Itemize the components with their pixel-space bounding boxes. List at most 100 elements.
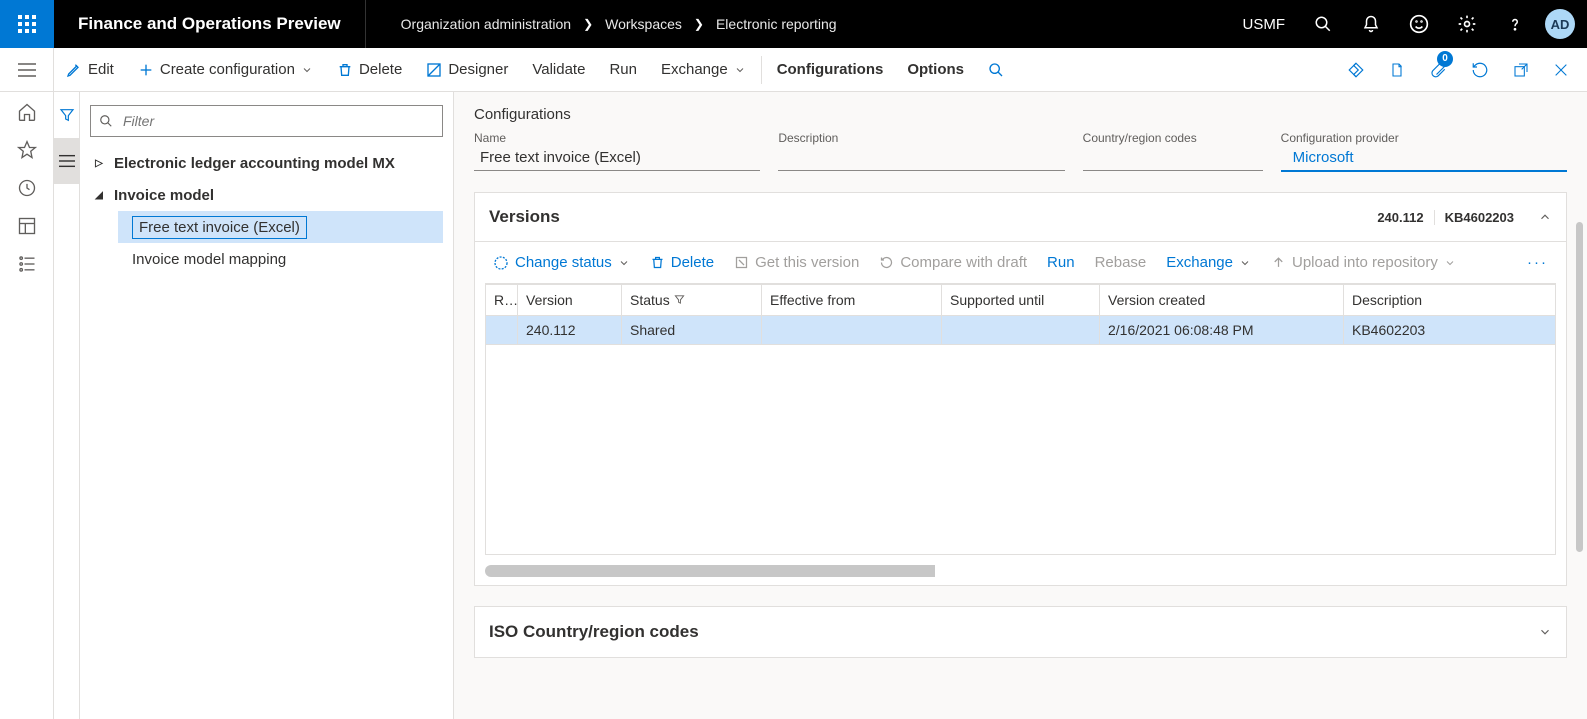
nav-home[interactable] (17, 102, 37, 122)
app-launcher[interactable] (0, 0, 54, 48)
refresh-button[interactable] (1459, 48, 1501, 92)
upload-repo-label: Upload into repository (1292, 254, 1438, 271)
breadcrumb-item[interactable]: Workspaces (605, 16, 682, 32)
diamond-button[interactable] (1335, 48, 1377, 92)
smile-icon (1409, 14, 1429, 34)
edit-label: Edit (88, 61, 114, 78)
chevron-right-icon: ❯ (694, 17, 704, 31)
popout-button[interactable] (1501, 48, 1541, 92)
edit-button[interactable]: Edit (54, 48, 126, 92)
designer-button[interactable]: Designer (414, 48, 520, 92)
legal-entity[interactable]: USMF (1229, 0, 1300, 48)
plus-icon (138, 62, 154, 78)
table-row[interactable]: 240.112 Shared 2/16/2021 06:08:48 PM KB4… (486, 316, 1556, 345)
col-head-description[interactable]: Description (1344, 285, 1556, 316)
nav-workspaces[interactable] (17, 216, 37, 236)
cell-r (486, 316, 518, 345)
field-value-provider[interactable]: Microsoft (1281, 145, 1567, 172)
iso-header[interactable]: ISO Country/region codes (475, 607, 1566, 657)
col-head-supported[interactable]: Supported until (942, 285, 1100, 316)
config-tree: ▷ Electronic ledger accounting model MX … (90, 147, 443, 275)
chevron-down-icon (618, 257, 630, 269)
modules-icon (17, 254, 37, 274)
attachments-button[interactable]: 0 (1417, 48, 1459, 92)
col-head-created[interactable]: Version created (1100, 285, 1344, 316)
delete-label: Delete (359, 61, 402, 78)
close-button[interactable] (1541, 48, 1581, 92)
vertical-scrollbar[interactable] (1576, 222, 1583, 552)
chevron-up-icon (1538, 210, 1552, 224)
nav-favorites[interactable] (17, 140, 37, 160)
version-run-button[interactable]: Run (1039, 242, 1083, 284)
tree-node[interactable]: ▷ Electronic ledger accounting model MX (90, 147, 443, 179)
field-value-name[interactable]: Free text invoice (Excel) (474, 145, 760, 171)
iso-title: ISO Country/region codes (489, 622, 699, 642)
chevron-down-icon (1538, 625, 1552, 639)
body: ▷ Electronic ledger accounting model MX … (0, 92, 1587, 719)
rebase-button: Rebase (1087, 242, 1155, 284)
find-button[interactable] (976, 48, 1016, 92)
help-button[interactable] (1491, 0, 1539, 48)
versions-chip-version: 240.112 (1367, 210, 1433, 225)
col-head-r[interactable]: R... (486, 285, 518, 316)
tree-leaf[interactable]: Invoice model mapping (118, 243, 443, 275)
version-exchange-button[interactable]: Exchange (1158, 242, 1259, 284)
get-version-label: Get this version (755, 254, 859, 271)
more-actions-button[interactable]: ··· (1519, 242, 1556, 284)
funnel-icon (674, 294, 685, 305)
search-button[interactable] (1299, 0, 1347, 48)
versions-chip-kb: KB4602203 (1434, 210, 1524, 225)
configurations-tab[interactable]: Configurations (765, 48, 896, 92)
chevron-down-icon (1239, 257, 1251, 269)
col-head-status[interactable]: Status (622, 285, 762, 316)
exchange-button[interactable]: Exchange (649, 48, 758, 92)
validate-label: Validate (532, 61, 585, 78)
rebase-label: Rebase (1095, 254, 1147, 271)
upload-repo-button: Upload into repository (1263, 242, 1464, 284)
iso-card: ISO Country/region codes (474, 606, 1567, 658)
versions-toolbar: Change status Delete Get this version Co… (475, 241, 1566, 283)
nav-modules[interactable] (17, 254, 37, 274)
breadcrumb-item[interactable]: Organization administration (401, 16, 571, 32)
filter-input[interactable] (121, 112, 434, 130)
search-icon (988, 62, 1004, 78)
field-label-name: Name (474, 131, 760, 145)
run-button[interactable]: Run (597, 48, 649, 92)
feedback-button[interactable] (1395, 0, 1443, 48)
validate-button[interactable]: Validate (520, 48, 597, 92)
diamond-icon (1347, 61, 1365, 79)
versions-header[interactable]: Versions 240.112 KB4602203 (475, 193, 1566, 241)
config-form: Name Free text invoice (Excel) Descripti… (474, 131, 1567, 172)
col-head-version[interactable]: Version (518, 285, 622, 316)
search-icon (99, 114, 113, 128)
field-value-description[interactable] (778, 145, 1064, 171)
office-button[interactable] (1377, 48, 1417, 92)
compare-button: Compare with draft (871, 242, 1035, 284)
create-configuration-button[interactable]: Create configuration (126, 48, 325, 92)
office-icon (1389, 61, 1405, 79)
cell-supported (942, 316, 1100, 345)
tree-leaf-selected[interactable]: Free text invoice (Excel) (118, 211, 443, 243)
tree-node[interactable]: ◢ Invoice model (90, 179, 443, 211)
list-icon (59, 154, 75, 168)
change-status-button[interactable]: Change status (485, 242, 638, 284)
filter-box[interactable] (90, 105, 443, 137)
options-tab[interactable]: Options (895, 48, 976, 92)
funnel-icon (59, 107, 75, 123)
badge-count: 0 (1437, 51, 1453, 67)
field-value-country[interactable] (1083, 145, 1263, 171)
breadcrumb-item[interactable]: Electronic reporting (716, 16, 837, 32)
tabstrip-list[interactable] (54, 138, 80, 184)
notifications-button[interactable] (1347, 0, 1395, 48)
nav-recent[interactable] (17, 178, 37, 198)
version-delete-label: Delete (671, 254, 714, 271)
settings-button[interactable] (1443, 0, 1491, 48)
horizontal-scrollbar[interactable] (485, 565, 1556, 577)
upload-icon (1271, 255, 1286, 270)
col-head-effective[interactable]: Effective from (762, 285, 942, 316)
version-delete-button[interactable]: Delete (642, 242, 722, 284)
avatar[interactable]: AD (1545, 9, 1575, 39)
tabstrip-filter[interactable] (54, 92, 80, 138)
nav-toggle[interactable] (0, 48, 54, 92)
delete-button[interactable]: Delete (325, 48, 414, 92)
